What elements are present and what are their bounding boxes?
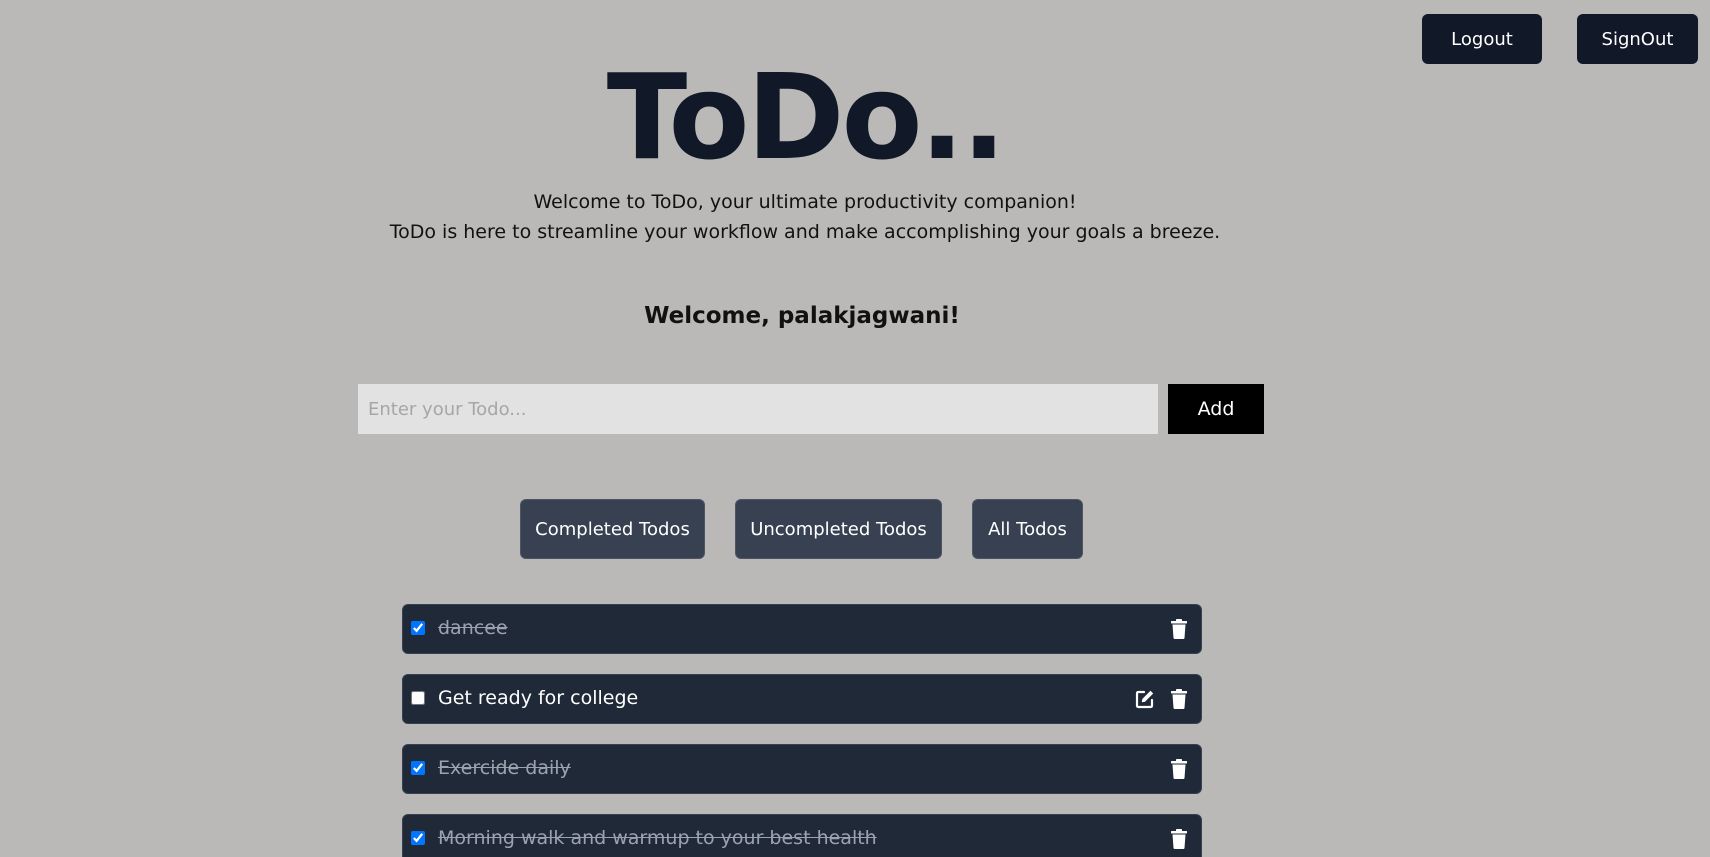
app-title: ToDo.. [606, 48, 1007, 186]
todo-checkbox[interactable] [411, 691, 425, 705]
todo-checkbox[interactable] [411, 621, 425, 635]
all-todos-filter[interactable]: All Todos [972, 499, 1083, 559]
todo-checkbox[interactable] [411, 761, 425, 775]
todo-text: Morning walk and warmup to your best hea… [438, 827, 877, 849]
todo-item: Exercide daily [402, 744, 1202, 794]
todo-text: Exercide daily [438, 757, 571, 779]
intro-line-2: ToDo is here to streamline your workflow… [389, 221, 1221, 243]
trash-icon[interactable] [1168, 617, 1190, 641]
trash-icon[interactable] [1168, 827, 1190, 851]
todo-checkbox[interactable] [411, 831, 425, 845]
todo-input[interactable] [358, 384, 1158, 434]
trash-icon[interactable] [1168, 687, 1190, 711]
todo-item: Get ready for college [402, 674, 1202, 724]
todo-app: Logout SignOut ToDo.. Welcome to ToDo, y… [0, 0, 1710, 857]
edit-icon[interactable] [1134, 687, 1156, 711]
todo-item: dancee [402, 604, 1202, 654]
trash-icon[interactable] [1168, 757, 1190, 781]
intro-line-1: Welcome to ToDo, your ultimate productiv… [533, 191, 1077, 213]
uncompleted-todos-filter[interactable]: Uncompleted Todos [735, 499, 942, 559]
todo-item: Morning walk and warmup to your best hea… [402, 814, 1202, 857]
todo-text: dancee [438, 617, 508, 639]
todo-text: Get ready for college [438, 687, 639, 709]
add-button[interactable]: Add [1168, 384, 1264, 434]
welcome-message: Welcome, palakjagwani! [644, 303, 960, 329]
completed-todos-filter[interactable]: Completed Todos [520, 499, 705, 559]
